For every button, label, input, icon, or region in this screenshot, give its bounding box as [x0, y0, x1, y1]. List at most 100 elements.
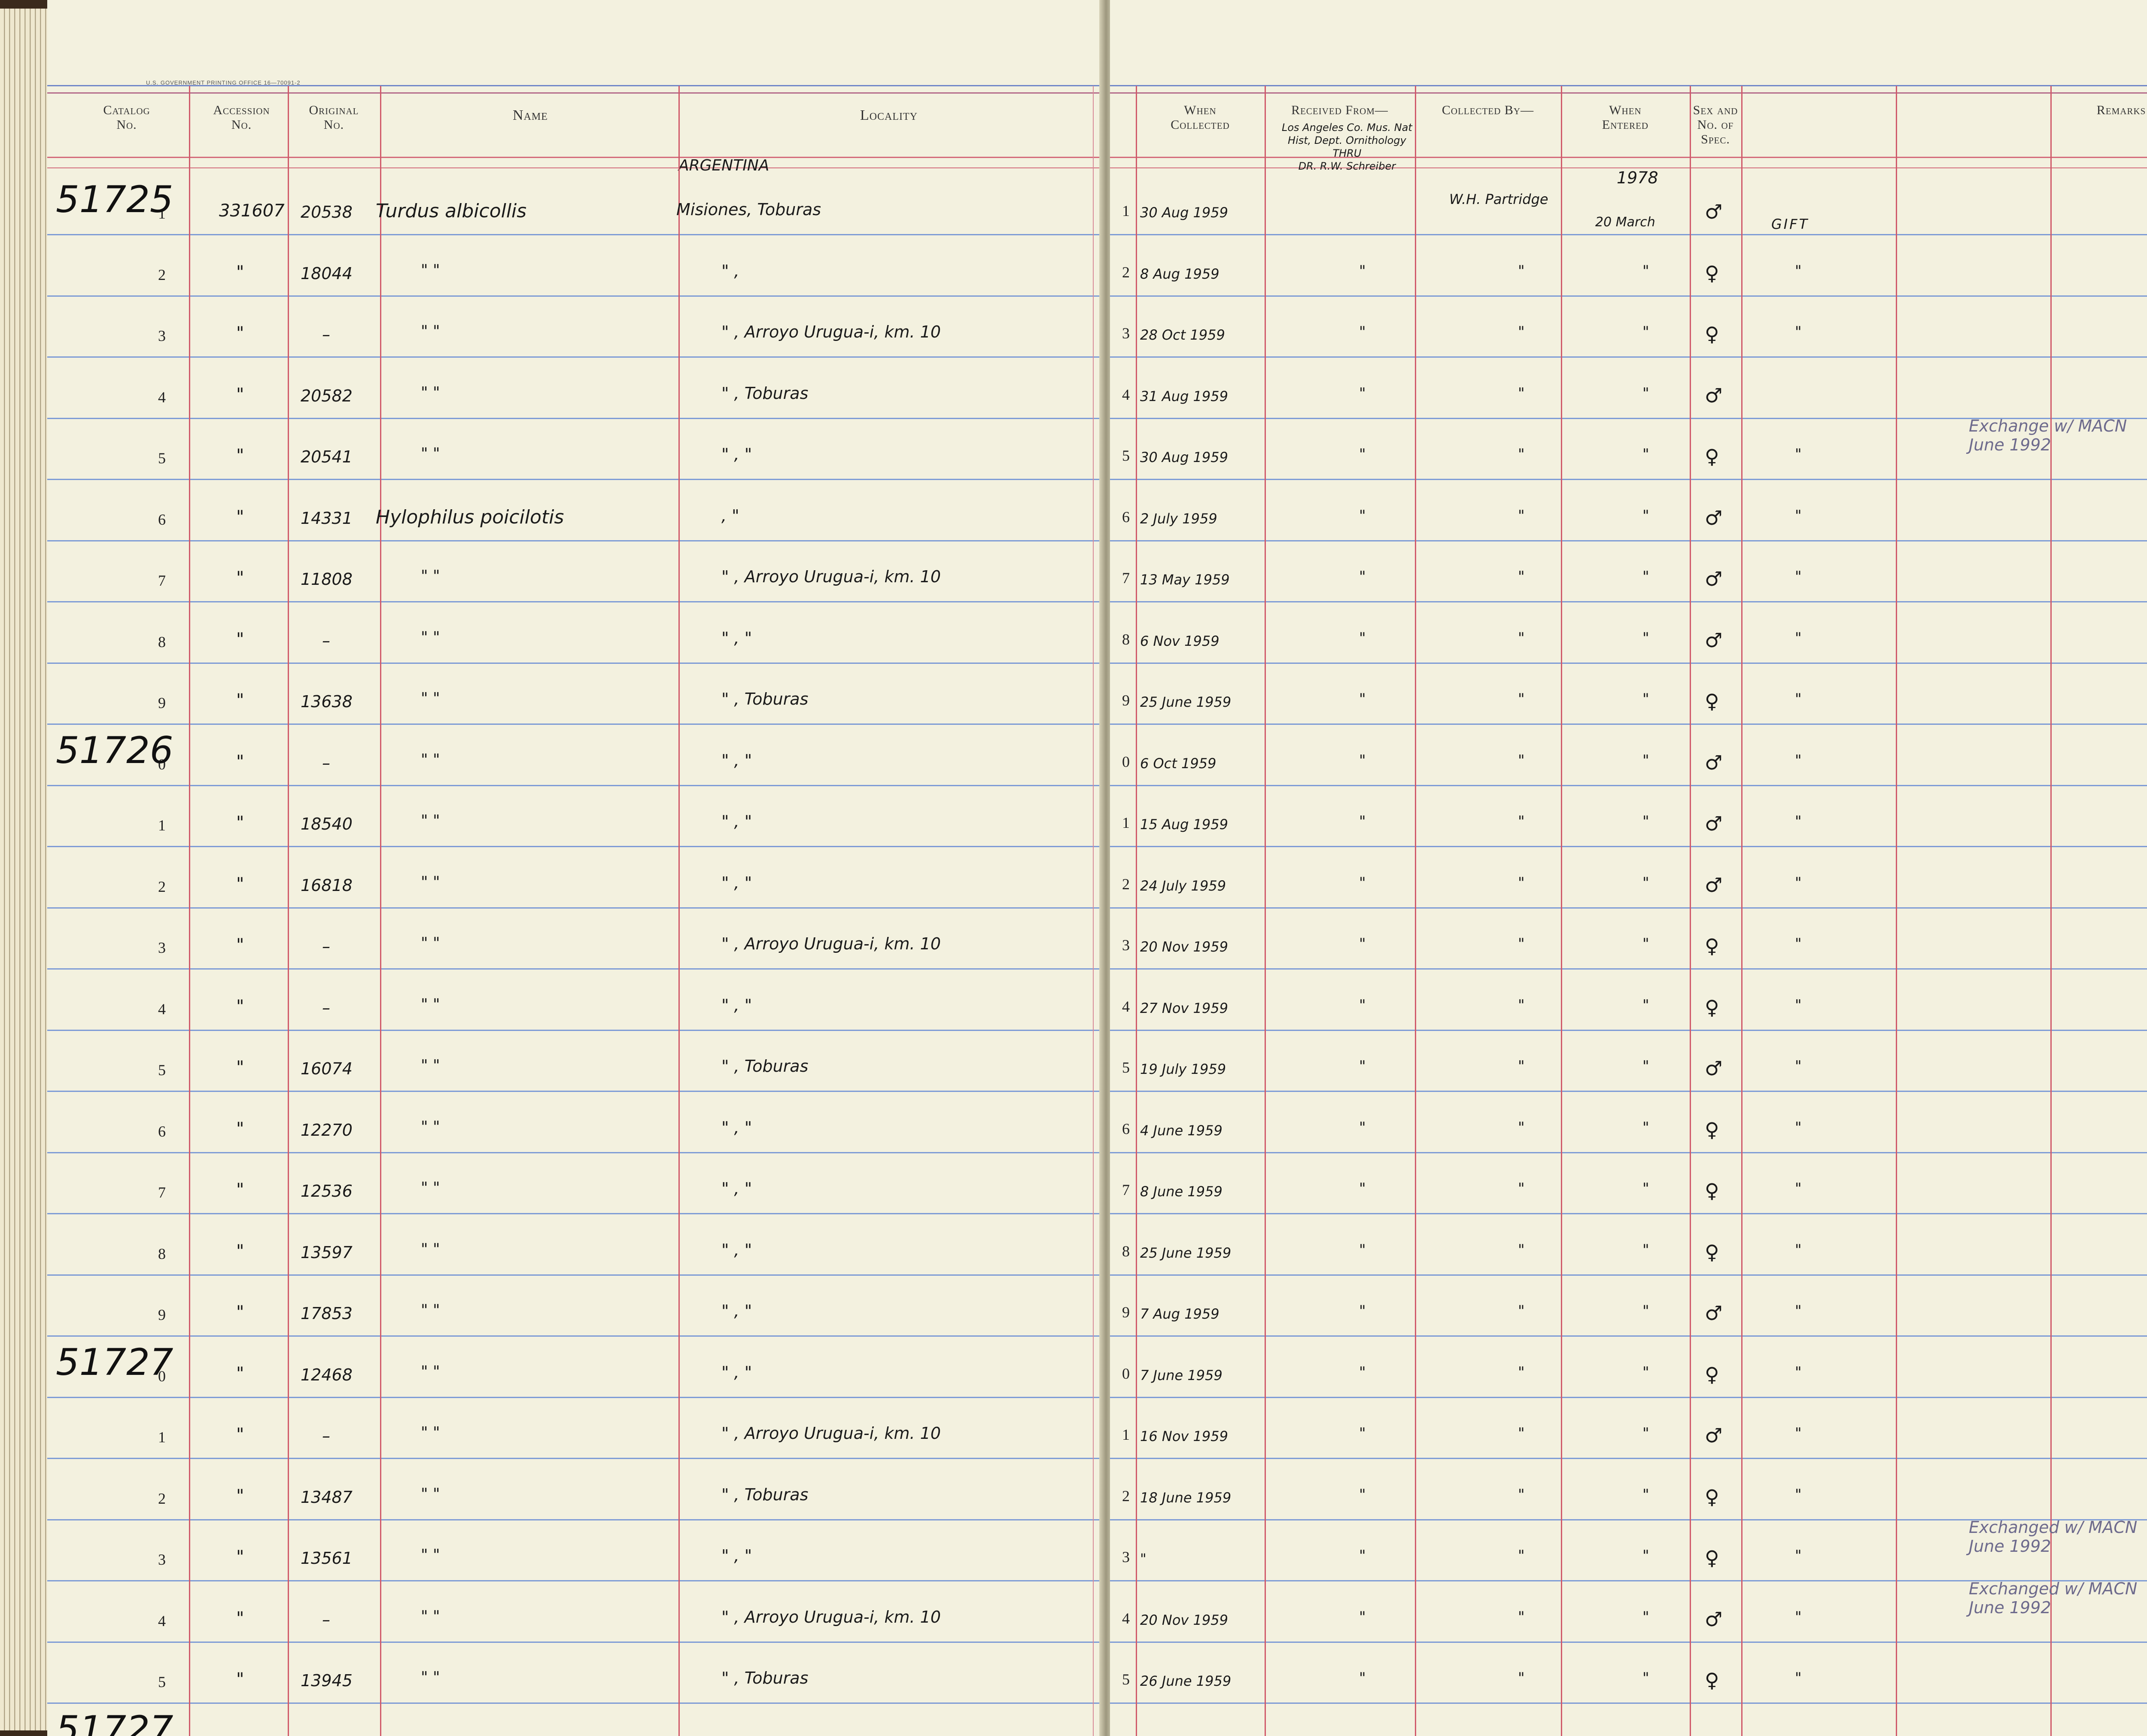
sex-symbol: ♀: [1705, 1179, 1719, 1202]
collected-by: ": [1518, 1119, 1525, 1136]
locality: Misiones, Toburas: [676, 200, 821, 219]
ruled-line: [47, 356, 1104, 358]
sex-symbol: ♂: [1705, 751, 1723, 774]
remark-ditto: ": [1795, 629, 1802, 647]
row-index: 9: [1122, 692, 1130, 709]
row-index: 8: [158, 1245, 166, 1262]
row-index: 5: [1122, 1671, 1130, 1688]
row-index: 2: [1122, 263, 1130, 281]
received-from: ": [1359, 1669, 1366, 1687]
received-from: ": [1359, 323, 1366, 341]
when-collected: 16 Nov 1959: [1140, 1428, 1228, 1444]
sex-symbol: ♂: [1705, 383, 1723, 407]
original-number: 14331: [301, 508, 353, 528]
when-entered: ": [1642, 1669, 1649, 1687]
column-rule: [288, 86, 289, 1736]
received-from: ": [1359, 629, 1366, 647]
ledger-book: U.S. GOVERNMENT PRINTING OFFICE 16—70091…: [0, 0, 2147, 1736]
locality: " , Arroyo Urugua-i, km. 10: [721, 322, 941, 341]
row-index: 4: [1122, 997, 1130, 1015]
locality: " , ": [721, 1546, 752, 1565]
locality: " , ": [721, 1240, 752, 1259]
species-name: " ": [421, 1669, 440, 1686]
original-number: 20538: [301, 203, 353, 222]
received-from: ": [1359, 1119, 1366, 1136]
accession-number: ": [236, 446, 244, 465]
when-entered: ": [1642, 1241, 1649, 1259]
when-entered: ": [1642, 1363, 1649, 1381]
when-entered: ": [1642, 629, 1649, 647]
when-entered: ": [1642, 323, 1649, 341]
when-collected: 2 July 1959: [1140, 510, 1217, 527]
remark-ditto: ": [1795, 323, 1802, 341]
row-index: 6: [158, 1122, 166, 1140]
remark-ditto: ": [1795, 751, 1802, 769]
row-index: 9: [1122, 1304, 1130, 1321]
sex-symbol: ♀: [1705, 261, 1719, 285]
ruled-line: [47, 1641, 1104, 1643]
column-header: Collected By—: [1441, 103, 1534, 117]
sex-symbol: ♂: [1705, 1057, 1723, 1080]
locality: , ": [721, 506, 739, 525]
when-entered: ": [1642, 1119, 1649, 1136]
received-from: ": [1359, 568, 1366, 585]
received-from: ": [1359, 751, 1366, 769]
species-name: " ": [421, 261, 440, 279]
species-name: " ": [421, 1485, 440, 1503]
remark-ditto: ": [1795, 1669, 1802, 1687]
when-entered: ": [1642, 996, 1649, 1014]
collected-by: ": [1518, 446, 1525, 463]
locality: " , ": [721, 445, 752, 464]
gift-note: GIFT: [1771, 216, 1809, 232]
collected-by: ": [1518, 507, 1525, 524]
original-number: 17853: [301, 1304, 353, 1323]
entered-date-note: 20 March: [1595, 215, 1655, 230]
when-collected: 7 June 1959: [1140, 1367, 1223, 1383]
row-index: 1: [158, 1429, 166, 1446]
row-index: 4: [158, 388, 166, 406]
species-name: " ": [421, 1057, 440, 1074]
header-rule-2: [47, 167, 1104, 168]
locality: " , ": [721, 751, 752, 770]
sex-symbol: ♀: [1705, 934, 1719, 958]
accession-number: ": [236, 1486, 244, 1506]
when-collected: 28 Oct 1959: [1140, 327, 1225, 343]
remark-ditto: ": [1795, 690, 1802, 708]
remark-ditto: ": [1795, 1180, 1802, 1197]
column-rule: [189, 86, 190, 1736]
when-entered: ": [1642, 1486, 1649, 1503]
column-header: Sex and No. of Spec.: [1693, 103, 1738, 146]
accession-number: ": [236, 384, 244, 404]
page-edges: [0, 9, 47, 1730]
when-collected: 7 Aug 1959: [1140, 1306, 1219, 1322]
when-collected: 30 Aug 1959: [1140, 204, 1228, 221]
when-collected: 30 Aug 1959: [1140, 449, 1228, 465]
row-index: 5: [1122, 1059, 1130, 1076]
accession-number: ": [236, 262, 244, 282]
when-entered: ": [1642, 568, 1649, 585]
row-index: 3: [158, 939, 166, 956]
collected-by: ": [1518, 1486, 1525, 1503]
row-index: 7: [1122, 569, 1130, 587]
species-name: " ": [421, 322, 440, 340]
collected-by: ": [1518, 935, 1525, 952]
row-index: 0: [1122, 753, 1130, 770]
species-name: " ": [421, 1118, 440, 1136]
species-name: " ": [421, 690, 440, 707]
species-name: " ": [421, 995, 440, 1013]
ruled-line: [47, 479, 1104, 480]
ruled-line: [47, 295, 1104, 297]
row-index: 4: [158, 1000, 166, 1018]
collected-by: ": [1518, 323, 1525, 341]
species-name: " ": [421, 445, 440, 462]
collected-by: ": [1518, 690, 1525, 708]
species-name: " ": [421, 751, 440, 769]
original-number: –: [322, 325, 330, 344]
when-entered: ": [1642, 446, 1649, 463]
original-number: 13638: [301, 692, 353, 711]
row-index: 1: [1122, 202, 1130, 219]
locality: " , ": [721, 1179, 752, 1198]
sex-symbol: ♀: [1705, 445, 1719, 468]
accession-number: ": [236, 1241, 244, 1261]
row-index: 1: [1122, 814, 1130, 831]
